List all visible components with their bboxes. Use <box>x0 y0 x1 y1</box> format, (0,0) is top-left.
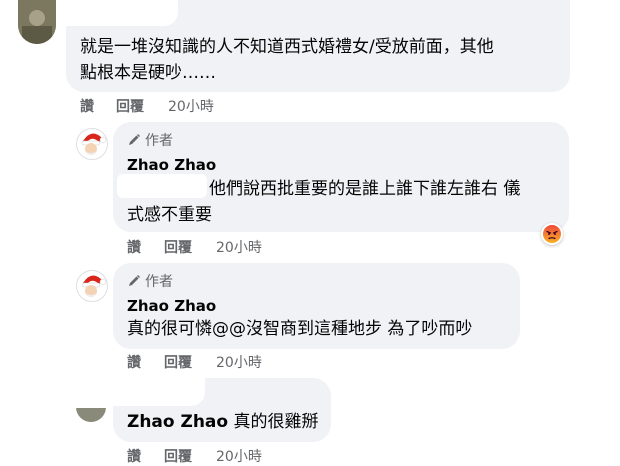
author-badge: 作者 <box>127 271 173 291</box>
author-avatar[interactable] <box>76 128 108 160</box>
reply-button[interactable]: 回覆 <box>164 352 216 372</box>
comment-text: 就是一堆沒知識的人不知道西式婚禮女/受放前面，其他 <box>80 37 494 57</box>
comment-actions: 讚 回覆 20小時 <box>127 237 262 257</box>
comment-actions: 讚 回覆 20小時 <box>80 96 214 116</box>
like-button[interactable]: 讚 <box>127 352 164 372</box>
comment-text: 他們說西批重要的是誰上誰下誰左誰右 儀 <box>209 179 521 199</box>
pencil-icon <box>129 134 140 145</box>
mention-link[interactable]: Zhao Zhao <box>127 412 228 432</box>
like-button[interactable]: 讚 <box>127 237 164 257</box>
comment-actions: 讚 回覆 20小時 <box>127 352 262 372</box>
timestamp[interactable]: 20小時 <box>216 352 262 372</box>
author-badge-label: 作者 <box>145 274 173 290</box>
timestamp[interactable]: 20小時 <box>168 96 214 116</box>
comment-text: 式感不重要 <box>127 205 212 225</box>
comment-text: 真的很可憐@@沒智商到這種地步 為了吵而吵 <box>127 319 473 339</box>
comment-text: 點根本是硬吵…… <box>80 63 216 83</box>
comment-text: Zhao Zhao 真的很雞掰 <box>127 409 319 435</box>
redacted-mention <box>117 174 207 198</box>
author-avatar[interactable] <box>76 270 108 302</box>
comment-body: 真的很雞掰 <box>233 412 319 432</box>
redacted-name <box>66 0 178 26</box>
timestamp[interactable]: 20小時 <box>216 237 262 257</box>
author-name[interactable]: Zhao Zhao <box>127 297 216 315</box>
like-button[interactable]: 讚 <box>80 96 116 116</box>
angry-reaction-icon[interactable] <box>541 223 563 245</box>
commenter-avatar[interactable] <box>18 0 56 44</box>
reply-button[interactable]: 回覆 <box>164 446 216 466</box>
reply-button[interactable]: 回覆 <box>164 237 216 257</box>
comment-actions: 讚 回覆 20小時 <box>127 446 262 466</box>
like-button[interactable]: 讚 <box>127 446 164 466</box>
reply-button[interactable]: 回覆 <box>116 96 168 116</box>
timestamp[interactable]: 20小時 <box>216 446 262 466</box>
pencil-icon <box>129 275 140 286</box>
author-badge: 作者 <box>127 130 173 150</box>
redacted-name <box>113 378 205 406</box>
author-name[interactable]: Zhao Zhao <box>127 156 216 174</box>
author-badge-label: 作者 <box>145 133 173 149</box>
